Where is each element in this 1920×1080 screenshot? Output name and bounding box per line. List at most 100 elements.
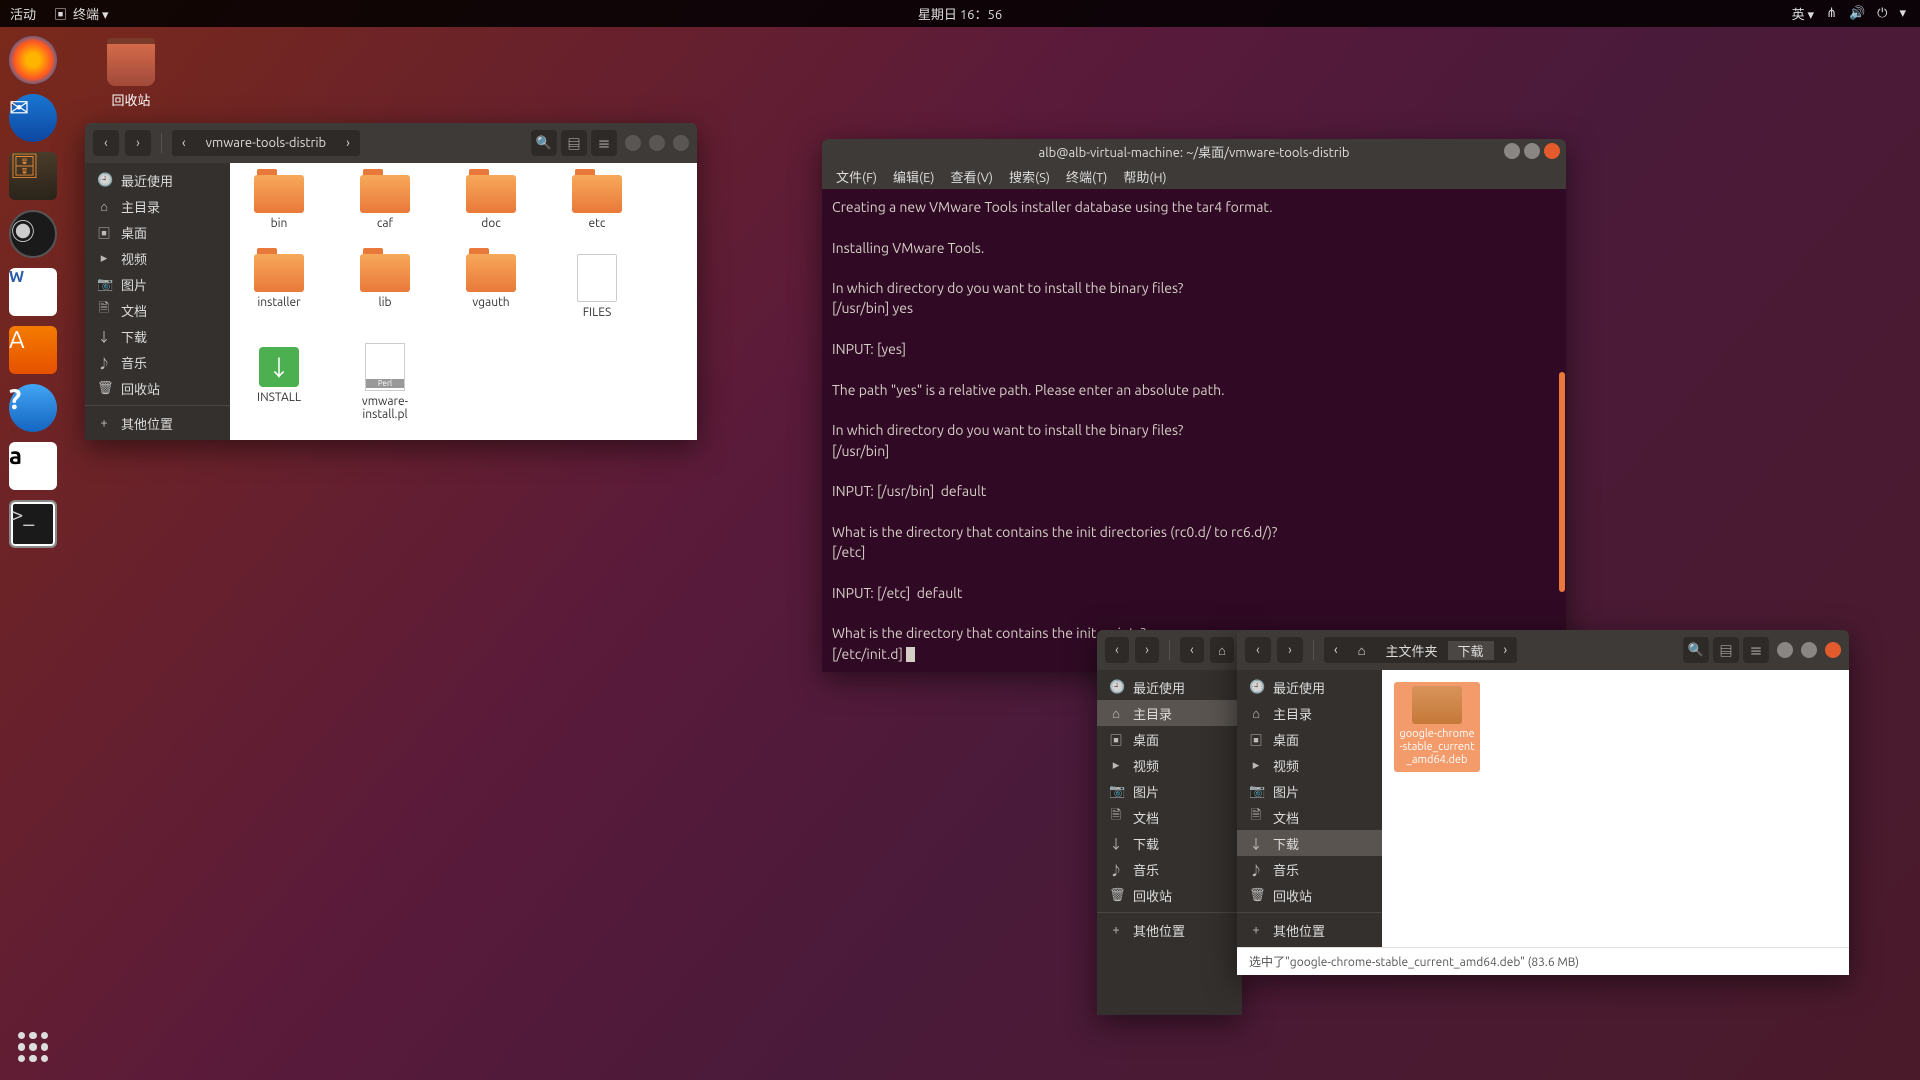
dock-files[interactable]: 🗄 xyxy=(6,149,60,203)
menu-item[interactable]: 文件(F) xyxy=(830,165,883,188)
terminal-titlebar[interactable]: alb@alb-virtual-machine: ~/桌面/vmware-too… xyxy=(822,139,1566,163)
sidebar-item[interactable]: ⌂主目录 xyxy=(1237,700,1382,726)
sidebar-item[interactable]: 📷图片 xyxy=(1237,778,1382,804)
dock-terminal[interactable]: >_ xyxy=(6,497,60,551)
sidebar-item[interactable]: ▣桌面 xyxy=(1097,726,1242,752)
file-item[interactable]: etc xyxy=(560,175,634,230)
ime-indicator[interactable]: 英 ▾ xyxy=(1792,4,1815,23)
window-close-button[interactable] xyxy=(673,135,689,151)
search-button[interactable]: 🔍 xyxy=(1683,637,1709,663)
sidebar-item[interactable]: ↓下载 xyxy=(85,323,230,349)
activities-button[interactable]: 活动 xyxy=(10,4,36,23)
sidebar-item[interactable]: 🗎文档 xyxy=(1097,804,1242,830)
sidebar-item[interactable]: ⌂主目录 xyxy=(85,193,230,219)
network-icon[interactable]: ⋔ xyxy=(1826,6,1837,21)
path-current-segment[interactable]: 下载 xyxy=(1448,641,1494,660)
sidebar-item[interactable]: ↓下载 xyxy=(1237,830,1382,856)
window-maximize-button[interactable] xyxy=(1524,143,1540,159)
sidebar-item[interactable]: 📷图片 xyxy=(1097,778,1242,804)
sidebar-item[interactable]: +其他位置 xyxy=(85,410,230,436)
sidebar-item[interactable]: +其他位置 xyxy=(1097,917,1242,943)
dock-writer[interactable]: W xyxy=(6,265,60,319)
menu-item[interactable]: 搜索(S) xyxy=(1003,165,1056,188)
sidebar-item[interactable]: ♪音乐 xyxy=(85,349,230,375)
files-titlebar[interactable]: ‹ › ‹ 主文件夹 下载 › 🔍 ▤ ≡ xyxy=(1237,630,1849,670)
scrollbar[interactable] xyxy=(1559,372,1565,592)
dock-rhythmbox[interactable]: ◉ xyxy=(6,207,60,261)
sidebar-item[interactable]: ⌂主目录 xyxy=(1097,700,1242,726)
menu-item[interactable]: 帮助(H) xyxy=(1117,165,1172,188)
dock-thunderbird[interactable]: ✉ xyxy=(6,91,60,145)
nav-back-button[interactable]: ‹ xyxy=(93,130,119,156)
path-bar[interactable]: ‹ vmware-tools-distrib › xyxy=(172,130,360,156)
file-item[interactable]: INSTALL xyxy=(242,343,316,421)
menu-item[interactable]: 查看(V) xyxy=(945,165,999,188)
files-content[interactable]: google-chrome-stable_current_amd64.deb xyxy=(1382,670,1849,947)
dock-software[interactable]: A xyxy=(6,323,60,377)
files-content[interactable]: bincafdocetc installer lib vgauth FILES INSTA… xyxy=(230,163,697,440)
menu-item[interactable]: 终端(T) xyxy=(1060,165,1113,188)
file-item[interactable]: vgauth xyxy=(454,254,528,319)
window-close-button[interactable] xyxy=(1825,642,1841,658)
sidebar-item[interactable]: 🕘最近使用 xyxy=(85,167,230,193)
dock-amazon[interactable]: a xyxy=(6,439,60,493)
dock-firefox[interactable] xyxy=(6,33,60,87)
files-titlebar[interactable]: ‹ › ‹ vmware-tools-distrib › 🔍 ▤ ≡ xyxy=(85,123,697,163)
app-menu[interactable]: 终端 ▾ xyxy=(73,4,109,23)
view-toggle-button[interactable]: ▤ xyxy=(561,130,587,156)
window-minimize-button[interactable] xyxy=(1777,642,1793,658)
sidebar-item[interactable]: 🕘最近使用 xyxy=(1237,674,1382,700)
path-home-segment[interactable]: 主文件夹 xyxy=(1376,641,1448,660)
window-maximize-button[interactable] xyxy=(649,135,665,151)
power-icon[interactable]: ⏻ xyxy=(1877,6,1887,21)
sidebar-item[interactable]: ▣桌面 xyxy=(85,219,230,245)
file-item[interactable]: lib xyxy=(348,254,422,319)
window-maximize-button[interactable] xyxy=(1801,642,1817,658)
home-icon[interactable] xyxy=(1210,637,1234,663)
file-item-selected[interactable]: google-chrome-stable_current_amd64.deb xyxy=(1394,682,1480,772)
sidebar-item[interactable]: 📷图片 xyxy=(85,271,230,297)
menu-item[interactable]: 编辑(E) xyxy=(887,165,940,188)
file-item[interactable]: vmware-install.pl xyxy=(348,343,422,421)
clock[interactable]: 星期日 16：56 xyxy=(918,4,1002,23)
desktop-trash[interactable]: 回收站 xyxy=(96,38,166,109)
nav-back-button[interactable]: ‹ xyxy=(1245,637,1271,663)
file-item[interactable]: caf xyxy=(348,175,422,230)
sidebar-item[interactable]: ↓下载 xyxy=(1097,830,1242,856)
terminal-body[interactable]: Creating a new VMware Tools installer da… xyxy=(822,189,1566,672)
sidebar-item[interactable]: 🕘最近使用 xyxy=(1097,674,1242,700)
window-close-button[interactable] xyxy=(1544,143,1560,159)
path-bar[interactable]: ‹ 主文件夹 下载 › xyxy=(1324,637,1517,663)
sidebar-item[interactable]: 🗑回收站 xyxy=(85,375,230,401)
file-item[interactable]: FILES xyxy=(560,254,634,319)
hamburger-menu-button[interactable]: ≡ xyxy=(1743,637,1769,663)
volume-icon[interactable]: 🔊 xyxy=(1849,6,1865,21)
sidebar-item[interactable]: ▸视频 xyxy=(1237,752,1382,778)
window-minimize-button[interactable] xyxy=(625,135,641,151)
nav-forward-button[interactable]: › xyxy=(1277,637,1303,663)
sidebar-item[interactable]: 🗑回收站 xyxy=(1237,882,1382,908)
nav-forward-button[interactable]: › xyxy=(125,130,151,156)
file-item[interactable]: installer xyxy=(242,254,316,319)
sidebar-item[interactable]: 🗎文档 xyxy=(1237,804,1382,830)
sidebar-item[interactable]: ♪音乐 xyxy=(1097,856,1242,882)
dock-help[interactable]: ? xyxy=(6,381,60,435)
nav-back-button[interactable]: ‹ xyxy=(1105,637,1129,663)
sidebar-item[interactable]: ▣桌面 xyxy=(1237,726,1382,752)
sidebar-item[interactable]: ▸视频 xyxy=(85,245,230,271)
window-minimize-button[interactable] xyxy=(1504,143,1520,159)
sidebar-item[interactable]: ▸视频 xyxy=(1097,752,1242,778)
file-item[interactable]: bin xyxy=(242,175,316,230)
system-menu-chevron-icon[interactable]: ▾ xyxy=(1899,6,1906,21)
sidebar-item[interactable]: ♪音乐 xyxy=(1237,856,1382,882)
path-segment[interactable]: vmware-tools-distrib xyxy=(196,136,336,150)
view-toggle-button[interactable]: ▤ xyxy=(1713,637,1739,663)
sidebar-item[interactable]: 🗎文档 xyxy=(85,297,230,323)
hamburger-menu-button[interactable]: ≡ xyxy=(591,130,617,156)
files-titlebar[interactable]: ‹ › ‹ xyxy=(1097,630,1242,670)
search-button[interactable]: 🔍 xyxy=(531,130,557,156)
sidebar-item[interactable]: +其他位置 xyxy=(1237,917,1382,943)
file-item[interactable]: doc xyxy=(454,175,528,230)
sidebar-item[interactable]: 🗑回收站 xyxy=(1097,882,1242,908)
nav-forward-button[interactable]: › xyxy=(1135,637,1159,663)
